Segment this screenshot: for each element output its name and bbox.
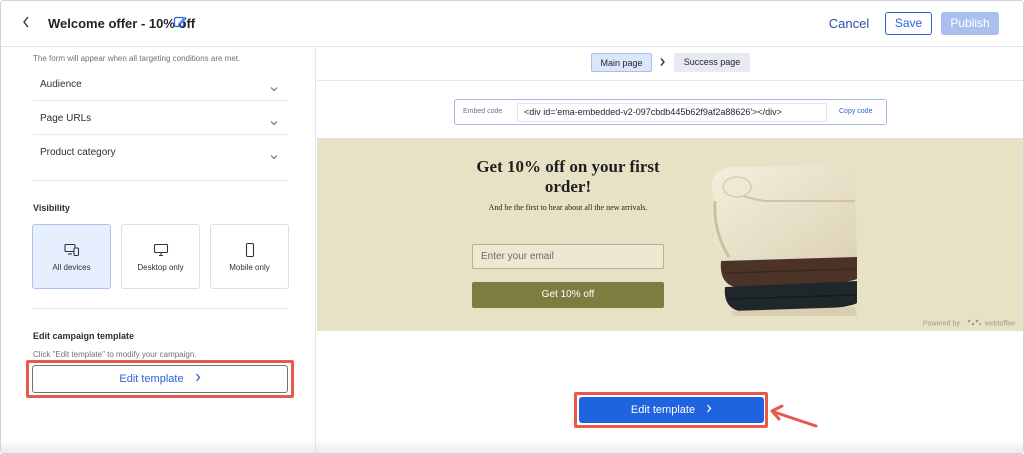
visibility-all-devices[interactable]: All devices	[32, 224, 111, 289]
visibility-label: Mobile only	[229, 263, 270, 272]
pencil-icon[interactable]	[173, 15, 187, 29]
condition-label: Product category	[40, 147, 116, 158]
page-tabs: Main page Success page	[317, 48, 1023, 81]
publish-button[interactable]: Publish	[941, 12, 999, 35]
targeting-hint: The form will appear when all targeting …	[33, 54, 241, 63]
brand-name: webtoffee	[984, 320, 1015, 328]
copy-code-link[interactable]: Copy code	[839, 108, 872, 115]
save-button[interactable]: Save	[885, 12, 932, 35]
powered-by-label: Powered by	[922, 320, 960, 328]
embed-label: Embed code	[463, 108, 503, 115]
desktop-icon	[153, 243, 169, 257]
button-label: Edit template	[630, 404, 696, 416]
chevron-right-icon	[195, 366, 201, 392]
powered-by: Powered by webtoffee	[923, 319, 1015, 328]
condition-product-category[interactable]: Product category	[33, 136, 288, 169]
condition-label: Audience	[40, 79, 82, 90]
cancel-button[interactable]: Cancel	[824, 13, 874, 35]
condition-audience[interactable]: Audience	[33, 68, 288, 101]
mobile-icon	[242, 242, 258, 258]
template-section-title: Edit campaign template	[33, 331, 135, 341]
chevron-down-icon	[270, 114, 278, 126]
visibility-desktop-only[interactable]: Desktop only	[121, 224, 200, 289]
embed-code-box: Embed code <div id='ema-embedded-v2-097c…	[454, 99, 887, 125]
edit-template-button-main[interactable]: Edit template	[579, 397, 764, 423]
preview-subtext: And be the first to hear about all the n…	[488, 203, 648, 212]
webtoffee-logo-icon	[967, 319, 981, 328]
condition-label: Page URLs	[40, 113, 92, 124]
preview-email-input[interactable]: Enter your email	[472, 244, 664, 269]
tab-main-page[interactable]: Main page	[591, 53, 652, 72]
button-label: Edit template	[119, 373, 184, 385]
bottom-shadow	[1, 439, 1023, 453]
folded-sweaters-image	[695, 161, 859, 316]
chevron-right-icon	[706, 397, 712, 423]
template-hint: Click "Edit template" to modify your cam…	[33, 350, 197, 359]
section-divider	[33, 180, 288, 181]
preview-headline: Get 10% off on your first order!	[476, 157, 660, 196]
tab-success-page[interactable]: Success page	[674, 53, 750, 72]
chevron-down-icon	[270, 148, 278, 160]
settings-sidebar: The form will appear when all targeting …	[1, 48, 316, 453]
form-preview: Get 10% off on your first order! And be …	[317, 138, 1023, 331]
pointer-arrow-icon	[768, 400, 820, 430]
visibility-label: All devices	[52, 263, 91, 272]
visibility-label: Desktop only	[137, 263, 184, 272]
visibility-mobile-only[interactable]: Mobile only	[210, 224, 289, 289]
back-chevron-icon[interactable]	[21, 15, 35, 31]
app-window: Welcome offer - 10% off Cancel Save Publ…	[0, 0, 1024, 454]
condition-page-urls[interactable]: Page URLs	[33, 102, 288, 135]
preview-cta-button[interactable]: Get 10% off	[472, 282, 664, 308]
chevron-down-icon	[270, 80, 278, 92]
section-divider	[33, 308, 288, 309]
top-bar: Welcome offer - 10% off Cancel Save Publ…	[1, 1, 1023, 47]
devices-icon	[63, 243, 80, 257]
embed-code-field[interactable]: <div id='ema-embedded-v2-097cbdb445b62f9…	[517, 103, 827, 122]
visibility-title: Visibility	[33, 203, 70, 213]
preview-panel: Main page Success page Embed code <div i…	[317, 48, 1023, 453]
chevron-right-icon	[659, 57, 666, 70]
edit-template-button-sidebar[interactable]: Edit template	[32, 365, 288, 393]
